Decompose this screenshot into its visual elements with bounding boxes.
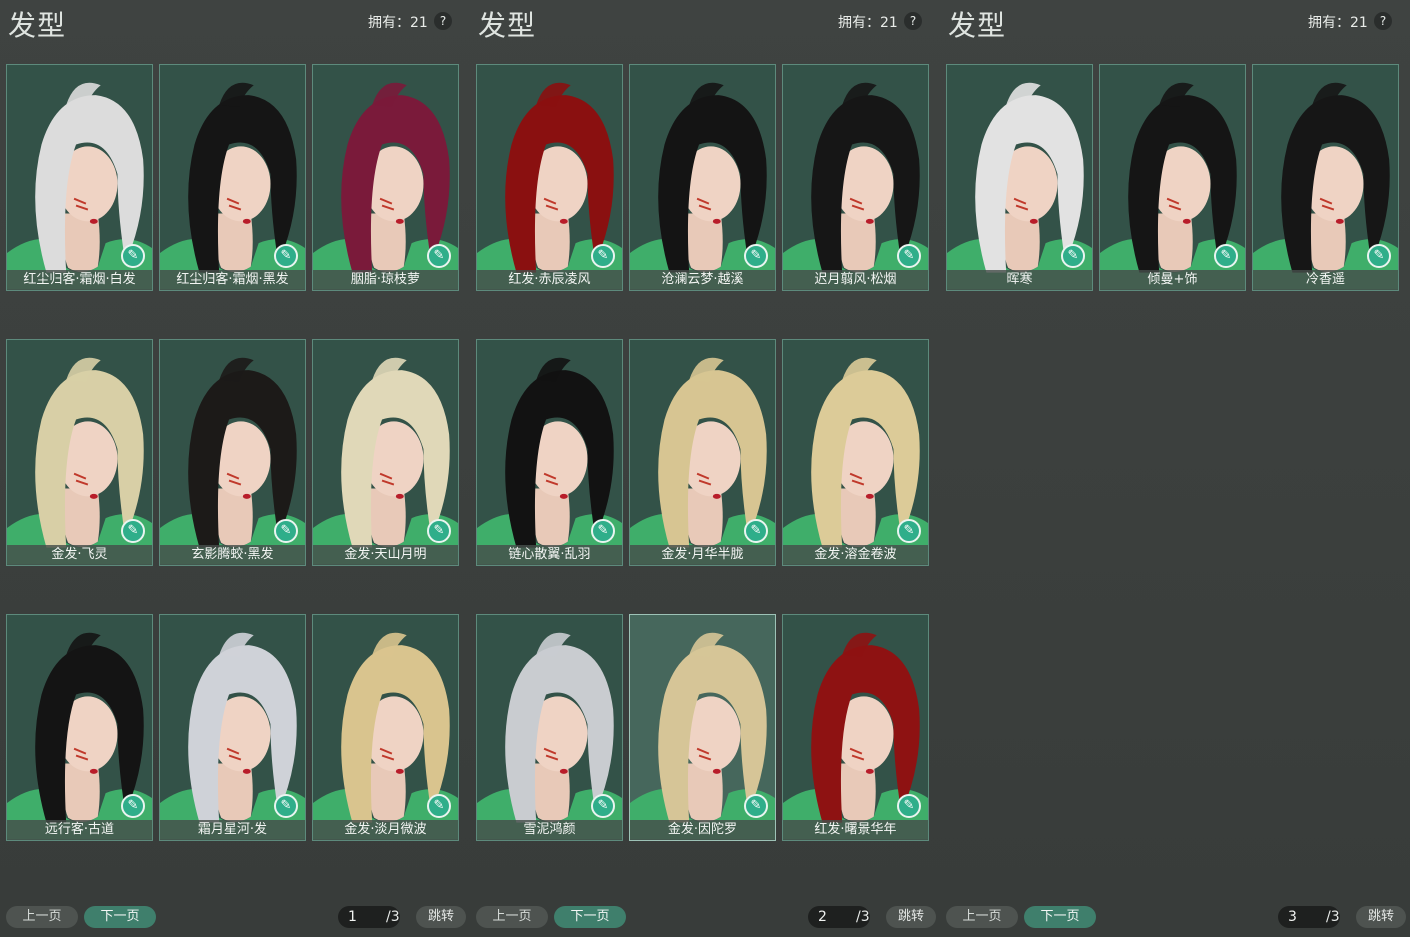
hairstyle-name: 金发·因陀罗 — [630, 820, 775, 840]
brush-icon[interactable]: ✎ — [897, 794, 921, 818]
owned-count: 拥有：21 — [838, 15, 898, 31]
brush-icon[interactable]: ✎ — [427, 519, 451, 543]
panel-title: 发型 — [478, 9, 537, 42]
hairstyle-name: 雪泥鸿颜 — [477, 820, 622, 840]
hairstyle-card[interactable]: ✎ 金发·月华半胧 — [629, 339, 776, 566]
next-page-button[interactable]: 下一页 — [554, 906, 626, 928]
owned-count: 拥有：21 — [368, 15, 428, 31]
hairstyle-card[interactable]: ✎ 金发·因陀罗 — [629, 614, 776, 841]
hairstyle-name: 金发·月华半胧 — [630, 545, 775, 565]
hairstyle-name: 红尘归客·霜烟·白发 — [7, 270, 152, 290]
page-total: /3 — [1326, 909, 1340, 925]
brush-icon[interactable]: ✎ — [591, 519, 615, 543]
hairstyle-panel-2: 发型 拥有：21 ? ✎ 红发·赤辰凌风 ✎ 沧澜云梦·越溪 ✎ 迟月翦风·松烟… — [470, 0, 940, 937]
question-icon[interactable]: ? — [904, 12, 922, 30]
brush-icon[interactable]: ✎ — [744, 794, 768, 818]
brush-icon[interactable]: ✎ — [427, 794, 451, 818]
hairstyle-panel-1: 发型 拥有：21 ? ✎ 红尘归客·霜烟·白发 ✎ 红尘归客·霜烟·黑发 ✎ 胭… — [0, 0, 470, 937]
hairstyle-card[interactable]: ✎ 红发·赤辰凌风 — [476, 64, 623, 291]
hairstyle-card[interactable]: ✎ 金发·天山月明 — [312, 339, 459, 566]
brush-icon[interactable]: ✎ — [897, 244, 921, 268]
hairstyle-name: 迟月翦风·松烟 — [783, 270, 928, 290]
hairstyle-panel-3: 发型 拥有：21 ? ✎ 晖寒 ✎ 倾曼+饰 ✎ 冷香遥 上一页 下一页 3 /… — [940, 0, 1410, 937]
hairstyle-card[interactable]: ✎ 胭脂·琼枝萝 — [312, 64, 459, 291]
hairstyle-card[interactable]: ✎ 霜月星河·发 — [159, 614, 306, 841]
hairstyle-card[interactable]: ✎ 红发·曙景华年 — [782, 614, 929, 841]
brush-icon[interactable]: ✎ — [274, 244, 298, 268]
wardrobe-screen: 发型 拥有：21 ? ✎ 红尘归客·霜烟·白发 ✎ 红尘归客·霜烟·黑发 ✎ 胭… — [0, 0, 1410, 937]
hairstyle-card[interactable]: ✎ 雪泥鸿颜 — [476, 614, 623, 841]
hairstyle-name: 晖寒 — [947, 270, 1092, 290]
brush-icon[interactable]: ✎ — [274, 794, 298, 818]
next-page-button[interactable]: 下一页 — [1024, 906, 1096, 928]
question-icon[interactable]: ? — [1374, 12, 1392, 30]
hairstyle-grid: ✎ 晖寒 ✎ 倾曼+饰 ✎ 冷香遥 — [946, 64, 1406, 854]
brush-icon[interactable]: ✎ — [121, 244, 145, 268]
panel-title: 发型 — [8, 9, 67, 42]
hairstyle-card[interactable]: ✎ 沧澜云梦·越溪 — [629, 64, 776, 291]
brush-icon[interactable]: ✎ — [1061, 244, 1085, 268]
hairstyle-card[interactable]: ✎ 晖寒 — [946, 64, 1093, 291]
brush-icon[interactable]: ✎ — [591, 244, 615, 268]
brush-icon[interactable]: ✎ — [591, 794, 615, 818]
panel-title: 发型 — [948, 9, 1007, 42]
hairstyle-card[interactable]: ✎ 迟月翦风·松烟 — [782, 64, 929, 291]
brush-icon[interactable]: ✎ — [1367, 244, 1391, 268]
brush-icon[interactable]: ✎ — [427, 244, 451, 268]
hairstyle-card[interactable]: ✎ 远行客·古道 — [6, 614, 153, 841]
brush-icon[interactable]: ✎ — [744, 244, 768, 268]
hairstyle-grid: ✎ 红发·赤辰凌风 ✎ 沧澜云梦·越溪 ✎ 迟月翦风·松烟 ✎ 链心散翼·乱羽 … — [476, 64, 936, 854]
jump-button[interactable]: 跳转 — [886, 906, 936, 928]
hairstyle-name: 金发·溶金卷波 — [783, 545, 928, 565]
owned-count: 拥有：21 — [1308, 15, 1368, 31]
hairstyle-name: 玄影腾蛟·黑发 — [160, 545, 305, 565]
hairstyle-name: 红尘归客·霜烟·黑发 — [160, 270, 305, 290]
hairstyle-name: 霜月星河·发 — [160, 820, 305, 840]
page-total: /3 — [856, 909, 870, 925]
hairstyle-name: 金发·天山月明 — [313, 545, 458, 565]
hairstyle-name: 沧澜云梦·越溪 — [630, 270, 775, 290]
hairstyle-name: 胭脂·琼枝萝 — [313, 270, 458, 290]
hairstyle-card[interactable]: ✎ 金发·溶金卷波 — [782, 339, 929, 566]
hairstyle-name: 红发·赤辰凌风 — [477, 270, 622, 290]
brush-icon[interactable]: ✎ — [274, 519, 298, 543]
brush-icon[interactable]: ✎ — [121, 794, 145, 818]
page-total: /3 — [386, 909, 400, 925]
hairstyle-name: 红发·曙景华年 — [783, 820, 928, 840]
hairstyle-card[interactable]: ✎ 红尘归客·霜烟·黑发 — [159, 64, 306, 291]
hairstyle-grid: ✎ 红尘归客·霜烟·白发 ✎ 红尘归客·霜烟·黑发 ✎ 胭脂·琼枝萝 ✎ 金发·… — [6, 64, 466, 854]
next-page-button[interactable]: 下一页 — [84, 906, 156, 928]
hairstyle-name: 倾曼+饰 — [1100, 270, 1245, 290]
prev-page-button[interactable]: 上一页 — [946, 906, 1018, 928]
prev-page-button[interactable]: 上一页 — [6, 906, 78, 928]
hairstyle-card[interactable]: ✎ 玄影腾蛟·黑发 — [159, 339, 306, 566]
hairstyle-card[interactable]: ✎ 红尘归客·霜烟·白发 — [6, 64, 153, 291]
brush-icon[interactable]: ✎ — [744, 519, 768, 543]
hairstyle-name: 金发·淡月微波 — [313, 820, 458, 840]
hairstyle-card[interactable]: ✎ 金发·淡月微波 — [312, 614, 459, 841]
jump-button[interactable]: 跳转 — [416, 906, 466, 928]
hairstyle-card[interactable]: ✎ 冷香遥 — [1252, 64, 1399, 291]
hairstyle-name: 链心散翼·乱羽 — [477, 545, 622, 565]
hairstyle-name: 远行客·古道 — [7, 820, 152, 840]
hairstyle-card[interactable]: ✎ 链心散翼·乱羽 — [476, 339, 623, 566]
hairstyle-card[interactable]: ✎ 金发·飞灵 — [6, 339, 153, 566]
jump-button[interactable]: 跳转 — [1356, 906, 1406, 928]
question-icon[interactable]: ? — [434, 12, 452, 30]
hairstyle-card[interactable]: ✎ 倾曼+饰 — [1099, 64, 1246, 291]
hairstyle-name: 冷香遥 — [1253, 270, 1398, 290]
brush-icon[interactable]: ✎ — [1214, 244, 1238, 268]
prev-page-button[interactable]: 上一页 — [476, 906, 548, 928]
hairstyle-name: 金发·飞灵 — [7, 545, 152, 565]
brush-icon[interactable]: ✎ — [897, 519, 921, 543]
brush-icon[interactable]: ✎ — [121, 519, 145, 543]
